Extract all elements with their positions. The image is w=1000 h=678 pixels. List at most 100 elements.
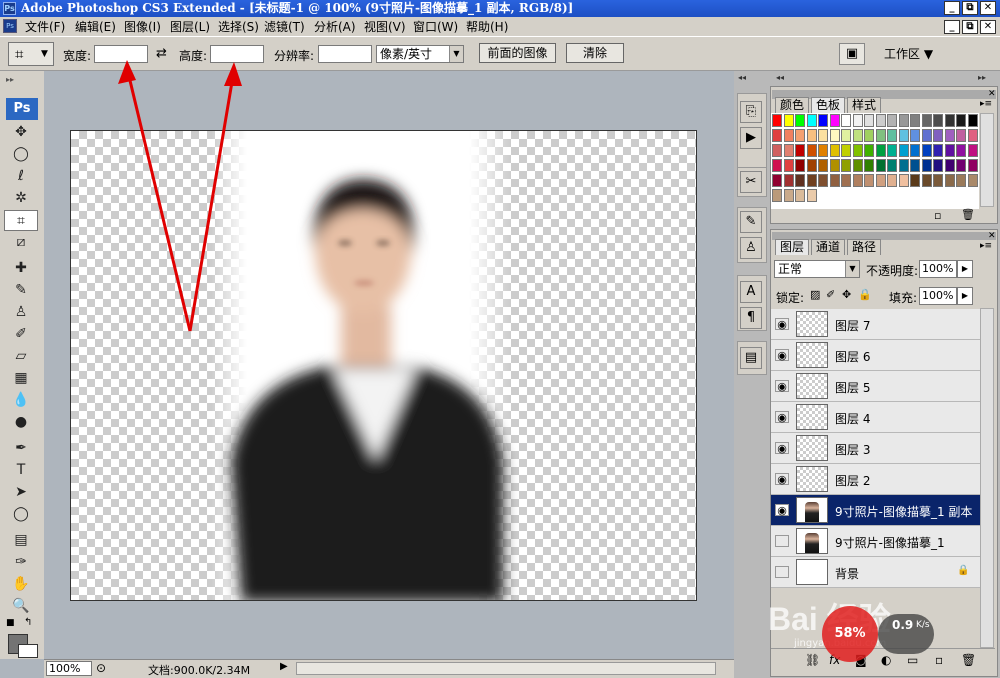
color-swatch[interactable]: [887, 144, 897, 157]
photoshop-app-icon[interactable]: Ps: [3, 2, 16, 15]
tab-layers-0[interactable]: 图层: [775, 239, 810, 255]
color-swatch[interactable]: [875, 174, 886, 187]
color-swatch[interactable]: [841, 129, 851, 142]
color-swatch[interactable]: [921, 174, 932, 187]
color-swatch[interactable]: [772, 114, 782, 127]
layer-comps-icon[interactable]: ▤: [740, 347, 762, 369]
color-swatch[interactable]: [783, 114, 794, 127]
new-swatch-icon[interactable]: ▫: [934, 209, 941, 222]
color-swatch[interactable]: [818, 174, 828, 187]
eyedropper-icon[interactable]: ✑: [4, 552, 38, 573]
color-swatch[interactable]: [956, 129, 966, 142]
menu-item-3[interactable]: 图层(L): [170, 19, 210, 35]
healing-brush-icon[interactable]: ✚: [4, 258, 38, 279]
layer-row[interactable]: ◉ 图层 4: [771, 402, 980, 433]
fill-input[interactable]: 100%: [919, 287, 957, 305]
collapse-icon[interactable]: ▸▸: [6, 75, 14, 84]
zoom-level-field[interactable]: 100%: [46, 661, 92, 676]
resolution-unit-select[interactable]: 像素/英寸 ▼: [376, 45, 464, 63]
swap-colors-icon[interactable]: ↰: [24, 617, 32, 628]
brush-icon[interactable]: ✎: [4, 280, 38, 301]
tool-preset-picker[interactable]: ⌗ ▼: [8, 42, 54, 66]
close-icon[interactable]: ✕: [988, 231, 996, 241]
color-swatch[interactable]: [864, 144, 874, 157]
clone-stamp-icon[interactable]: ♙: [4, 302, 38, 323]
color-swatch[interactable]: [933, 144, 943, 157]
color-swatch[interactable]: [864, 159, 874, 172]
color-swatch[interactable]: [898, 114, 909, 127]
color-swatch[interactable]: [967, 114, 978, 127]
slice-icon[interactable]: ⧄: [4, 232, 38, 253]
visibility-eye-icon[interactable]: ◉: [775, 504, 789, 517]
eraser-icon[interactable]: ▱: [4, 346, 38, 367]
color-swatch[interactable]: [818, 129, 828, 142]
notes-icon[interactable]: ▤: [4, 530, 38, 551]
close-icon[interactable]: ✕: [988, 89, 996, 99]
restore-button[interactable]: ⧉: [962, 1, 978, 15]
color-swatch[interactable]: [921, 114, 932, 127]
color-swatch[interactable]: [795, 144, 805, 157]
tab-swatches-2[interactable]: 样式: [847, 97, 882, 113]
paragraph-icon[interactable]: ¶: [740, 307, 762, 329]
color-swatch[interactable]: [829, 129, 840, 142]
layer-row[interactable]: ◉ 图层 7: [771, 309, 980, 340]
color-swatch[interactable]: [887, 114, 897, 127]
color-swatch[interactable]: [910, 144, 920, 157]
color-swatch[interactable]: [783, 159, 794, 172]
color-swatch[interactable]: [852, 114, 863, 127]
color-swatch[interactable]: [898, 129, 909, 142]
hand-icon[interactable]: ✋: [4, 574, 38, 595]
color-swatch[interactable]: [806, 189, 817, 202]
color-swatch[interactable]: [967, 174, 978, 187]
color-swatch[interactable]: [875, 129, 886, 142]
color-swatch[interactable]: [806, 174, 817, 187]
color-swatch[interactable]: [956, 159, 966, 172]
color-swatch[interactable]: [829, 144, 840, 157]
menu-item-4[interactable]: 选择(S): [218, 19, 259, 35]
close-button[interactable]: ✕: [980, 1, 996, 15]
color-swatch[interactable]: [783, 144, 794, 157]
character-icon[interactable]: A: [740, 281, 762, 303]
visibility-eye-icon[interactable]: [775, 535, 789, 547]
color-swatch[interactable]: [933, 159, 943, 172]
color-swatch[interactable]: [772, 174, 782, 187]
color-swatch[interactable]: [806, 129, 817, 142]
color-swatch[interactable]: [933, 129, 943, 142]
collapse-panels-icon[interactable]: ▸▸: [978, 73, 986, 82]
dodge-icon[interactable]: ●: [4, 412, 38, 433]
visibility-eye-icon[interactable]: ◉: [775, 318, 789, 331]
color-swatch[interactable]: [795, 174, 805, 187]
color-swatch[interactable]: [944, 129, 955, 142]
menu-item-9[interactable]: 帮助(H): [466, 19, 508, 35]
blur-icon[interactable]: 💧: [4, 390, 38, 411]
color-swatch[interactable]: [772, 144, 782, 157]
layer-row[interactable]: ◉ 图层 5: [771, 371, 980, 402]
color-swatch[interactable]: [898, 144, 909, 157]
tab-swatches-1[interactable]: 色板: [811, 97, 846, 113]
menu-item-2[interactable]: 图像(I): [124, 19, 161, 35]
collapse-dock-icon[interactable]: ◂◂: [738, 73, 746, 82]
visibility-eye-icon[interactable]: ◉: [775, 380, 789, 393]
background-color-swatch[interactable]: [18, 644, 38, 658]
opacity-input[interactable]: 100%: [919, 260, 957, 278]
color-swatch[interactable]: [852, 129, 863, 142]
color-swatch[interactable]: [910, 114, 920, 127]
visibility-eye-icon[interactable]: ◉: [775, 473, 789, 486]
menu-item-6[interactable]: 分析(A): [314, 19, 356, 35]
path-selection-icon[interactable]: ➤: [4, 482, 38, 503]
workspace-button[interactable]: 工作区 ▼: [884, 45, 933, 62]
color-swatch[interactable]: [887, 174, 897, 187]
color-swatch[interactable]: [852, 159, 863, 172]
fill-slider-arrow-icon[interactable]: ▶: [957, 287, 973, 305]
color-swatch[interactable]: [967, 159, 978, 172]
menu-item-8[interactable]: 窗口(W): [413, 19, 458, 35]
color-swatch[interactable]: [852, 144, 863, 157]
color-swatch[interactable]: [944, 159, 955, 172]
color-swatch[interactable]: [910, 159, 920, 172]
color-swatch[interactable]: [887, 159, 897, 172]
expand-panels-icon[interactable]: ◂◂: [776, 73, 784, 82]
doc-minimize-button[interactable]: _: [944, 20, 960, 34]
color-swatch[interactable]: [921, 129, 932, 142]
color-swatch[interactable]: [921, 159, 932, 172]
marquee-icon[interactable]: ◯: [4, 144, 38, 165]
